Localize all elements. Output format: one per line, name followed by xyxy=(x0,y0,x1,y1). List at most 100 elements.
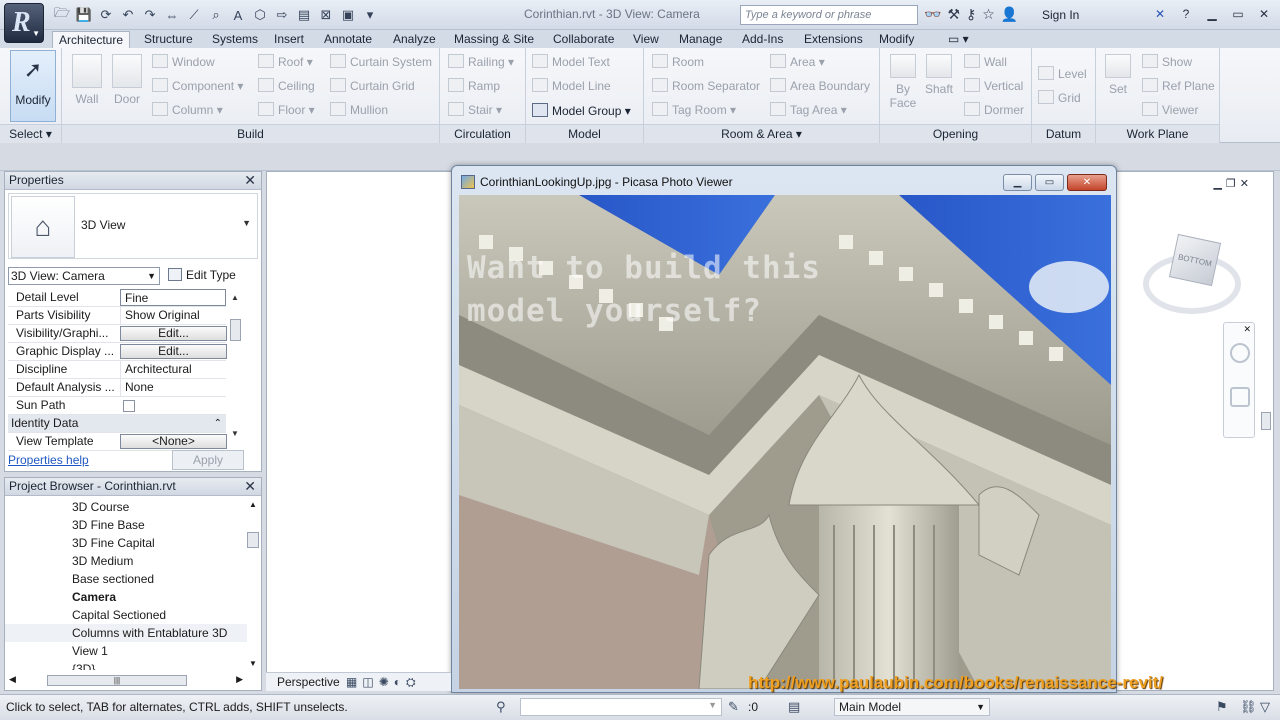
graphic-display-edit-button[interactable]: Edit... xyxy=(120,344,227,359)
binoculars-icon[interactable]: 👓 xyxy=(924,6,941,23)
curtain-system-button[interactable]: Curtain System xyxy=(330,54,432,70)
close-hidden-icon[interactable]: ⊠ xyxy=(316,6,336,24)
close-icon[interactable]: ✕ xyxy=(1243,324,1251,335)
room-button[interactable]: Room xyxy=(652,54,704,70)
by-face-button[interactable]: By Face xyxy=(886,54,920,110)
text-icon[interactable]: A xyxy=(228,6,248,24)
design-options-icon[interactable]: ▤ xyxy=(788,699,800,715)
ref-plane-button[interactable]: Ref Plane xyxy=(1142,78,1215,94)
select-dropdown[interactable]: Select ▾ xyxy=(0,124,61,143)
render-icon[interactable]: ⛭ xyxy=(406,675,416,690)
discipline-value[interactable]: Architectural xyxy=(120,361,226,378)
tab-extensions[interactable]: Extensions xyxy=(798,31,869,48)
vertical-opening-button[interactable]: Vertical xyxy=(964,78,1023,94)
scroll-right-icon[interactable]: ▶ xyxy=(236,674,243,685)
wall-button[interactable]: Wall xyxy=(68,54,106,106)
select-links-icon[interactable]: ⛓ xyxy=(1240,699,1257,715)
thin-lines-icon[interactable]: ▤ xyxy=(294,6,314,24)
tab-insert[interactable]: Insert xyxy=(268,31,310,48)
sign-in-button[interactable]: Sign In xyxy=(1042,8,1079,22)
maximize-icon[interactable]: ▭ xyxy=(1035,174,1064,191)
minimize-icon[interactable]: ▁ xyxy=(1200,4,1224,24)
detail-level-icon[interactable]: ▦ xyxy=(346,675,357,690)
scroll-down-icon[interactable]: ▼ xyxy=(249,659,257,668)
ramp-button[interactable]: Ramp xyxy=(448,78,500,94)
minimize-icon[interactable]: ▁ xyxy=(1003,174,1032,191)
list-item[interactable]: 3D Medium xyxy=(5,552,247,570)
sync-icon[interactable]: ⟳ xyxy=(96,6,116,24)
section-icon[interactable]: ⇨ xyxy=(272,6,292,24)
area-button[interactable]: Area ▾ xyxy=(770,54,825,70)
apply-button[interactable]: Apply xyxy=(172,450,244,470)
tab-modify[interactable]: Modify xyxy=(873,31,920,48)
zoom-icon[interactable] xyxy=(1230,387,1250,407)
design-option-dropdown[interactable]: Main Model ▼ xyxy=(834,698,990,716)
customize-qat-icon[interactable]: ▾ xyxy=(360,6,380,24)
3d-view-icon[interactable]: ⬡ xyxy=(250,6,270,24)
tab-view[interactable]: View xyxy=(627,31,665,48)
column-button[interactable]: Column ▾ xyxy=(152,102,223,118)
grid-button[interactable]: Grid xyxy=(1038,90,1081,106)
scrollbar-thumb[interactable]: ||| xyxy=(47,675,187,686)
search-input[interactable]: Type a keyword or phrase xyxy=(740,5,918,25)
shaft-button[interactable]: Shaft xyxy=(922,54,956,96)
close-icon[interactable]: ✕ xyxy=(244,478,256,495)
detail-level-field[interactable]: Fine xyxy=(120,289,226,306)
list-item[interactable]: {3D} xyxy=(5,660,247,670)
favorites-icon[interactable]: ☆ xyxy=(982,6,995,23)
window-button[interactable]: Window xyxy=(152,54,215,70)
list-item[interactable]: Base sectioned xyxy=(5,570,247,588)
railing-button[interactable]: Railing ▾ xyxy=(448,54,514,70)
scroll-up-icon[interactable]: ▲ xyxy=(231,293,239,302)
ceiling-button[interactable]: Ceiling xyxy=(258,78,315,94)
viewer-button[interactable]: Viewer xyxy=(1142,102,1198,118)
stair-button[interactable]: Stair ▾ xyxy=(448,102,502,118)
mullion-button[interactable]: Mullion xyxy=(330,102,388,118)
measure-icon[interactable]: ⇔ xyxy=(162,6,182,24)
scrollbar-thumb[interactable] xyxy=(230,319,241,341)
view-template-button[interactable]: <None> xyxy=(120,434,227,449)
maximize-icon[interactable]: ▭ xyxy=(1226,4,1250,24)
exchange-icon[interactable]: ✕ xyxy=(1148,4,1172,24)
instance-selector[interactable]: 3D View: Camera ▼ xyxy=(8,267,160,285)
sun-path-checkbox[interactable] xyxy=(123,400,135,412)
user-icon[interactable]: 👤 xyxy=(1001,6,1018,23)
close-icon[interactable]: ✕ xyxy=(1252,4,1276,24)
application-menu-button[interactable]: R ▼ xyxy=(4,3,44,43)
tab-add-ins[interactable]: Add-Ins xyxy=(736,31,789,48)
visibility-graphics-edit-button[interactable]: Edit... xyxy=(120,326,227,341)
tab-manage[interactable]: Manage xyxy=(673,31,728,48)
scrollbar-thumb[interactable] xyxy=(247,532,259,548)
sun-path-icon[interactable]: ✺ xyxy=(379,675,389,690)
tab-analyze[interactable]: Analyze xyxy=(387,31,442,48)
undo-icon[interactable]: ↶ xyxy=(118,6,138,24)
drawing-scrollbar-thumb[interactable] xyxy=(1261,412,1271,430)
curtain-grid-button[interactable]: Curtain Grid xyxy=(330,78,415,94)
property-group-header[interactable]: Identity Data ⌃ xyxy=(8,415,226,433)
default-analysis-value[interactable]: None xyxy=(120,379,226,396)
collapse-icon[interactable]: ⌃ xyxy=(214,415,222,432)
model-group-button[interactable]: Model Group ▾ xyxy=(532,103,631,119)
edit-type-button[interactable]: Edit Type xyxy=(168,268,236,282)
communication-icon[interactable]: ⚷ xyxy=(966,6,976,23)
room-separator-button[interactable]: Room Separator xyxy=(652,78,760,94)
model-text-button[interactable]: Model Text xyxy=(532,54,610,70)
tab-annotate[interactable]: Annotate xyxy=(318,31,378,48)
scroll-down-icon[interactable]: ▼ xyxy=(231,429,239,438)
tab-architecture[interactable]: Architecture xyxy=(52,31,131,48)
door-button[interactable]: Door xyxy=(108,54,146,106)
switch-windows-icon[interactable]: ▣ xyxy=(338,6,358,24)
save-icon[interactable]: 💾 xyxy=(74,6,94,24)
tab-collaborate[interactable]: Collaborate xyxy=(547,31,620,48)
set-button[interactable]: Set xyxy=(1100,54,1136,96)
pencil-icon[interactable]: ✎ xyxy=(728,699,739,715)
list-item[interactable]: Capital Sectioned xyxy=(5,606,247,624)
subscription-icon[interactable]: ⚒ xyxy=(947,6,960,23)
browser-horizontal-scrollbar[interactable]: ◀ ||| ▶ xyxy=(7,674,245,688)
type-selector[interactable]: ⌂ 3D View ▼ xyxy=(8,193,258,259)
viewcube[interactable]: BOTTOM xyxy=(1139,230,1243,316)
view-scale[interactable]: Perspective xyxy=(277,675,340,689)
close-icon[interactable]: ✕ xyxy=(244,172,256,189)
help-icon[interactable]: ? xyxy=(1174,4,1198,24)
viewcube-face[interactable]: BOTTOM xyxy=(1168,233,1222,287)
